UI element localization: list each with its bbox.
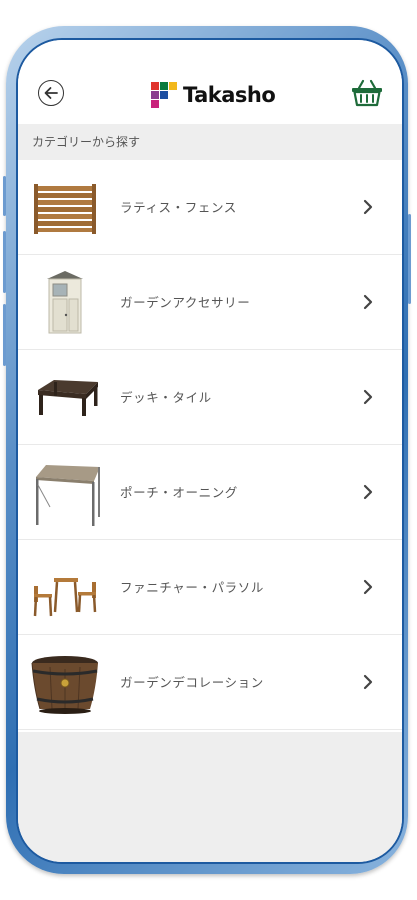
- category-item-lattice-fence[interactable]: ラティス・フェンス: [18, 160, 402, 255]
- category-item-porch-awning[interactable]: ポーチ・オーニング: [18, 445, 402, 540]
- category-label: ポーチ・オーニング: [120, 485, 238, 500]
- barrel-planter-image: [31, 656, 98, 714]
- side-button-right: [408, 214, 411, 304]
- empty-footer-area: [18, 732, 402, 862]
- chevron-right-icon: [363, 294, 373, 310]
- arrow-left-circle-icon: [44, 87, 58, 99]
- side-button-left-2: [3, 231, 6, 293]
- section-title: カテゴリーから探す: [18, 124, 402, 160]
- chevron-right-icon: [363, 199, 373, 215]
- logo-text: Takasho: [183, 83, 276, 107]
- brand-logo: Takasho: [151, 80, 276, 110]
- deck-table-image: [38, 380, 98, 416]
- category-label: ファニチャー・パラソル: [120, 580, 264, 595]
- logo-mark-icon: [151, 82, 177, 108]
- app-screen: Takasho カテゴリーから探す ラティス・フェンス ガーデンアクセサリー デ…: [16, 38, 404, 864]
- category-label: デッキ・タイル: [120, 390, 212, 405]
- chevron-right-icon: [363, 484, 373, 500]
- basket-icon: [352, 79, 382, 107]
- category-item-furniture-parasol[interactable]: ファニチャー・パラソル: [18, 540, 402, 635]
- side-button-left-1: [3, 176, 6, 216]
- cart-button[interactable]: [350, 78, 384, 108]
- side-button-left-3: [3, 304, 6, 366]
- bistro-set-image: [33, 578, 97, 617]
- category-label: ガーデンデコレーション: [120, 675, 264, 690]
- chevron-right-icon: [363, 674, 373, 690]
- category-item-garden-accessory[interactable]: ガーデンアクセサリー: [18, 255, 402, 350]
- category-label: ラティス・フェンス: [120, 200, 237, 215]
- lattice-fence-image: [34, 184, 96, 234]
- awning-image: [36, 465, 100, 526]
- chevron-right-icon: [363, 579, 373, 595]
- category-item-garden-decoration[interactable]: ガーデンデコレーション: [18, 635, 402, 730]
- category-list: ラティス・フェンス ガーデンアクセサリー デッキ・タイル ポーチ・オーニング フ…: [18, 160, 402, 730]
- category-item-deck-tile[interactable]: デッキ・タイル: [18, 350, 402, 445]
- category-label: ガーデンアクセサリー: [120, 295, 251, 310]
- chevron-right-icon: [363, 389, 373, 405]
- garden-shed-image: [47, 271, 83, 334]
- app-header: Takasho: [18, 40, 402, 124]
- back-button[interactable]: [38, 80, 64, 106]
